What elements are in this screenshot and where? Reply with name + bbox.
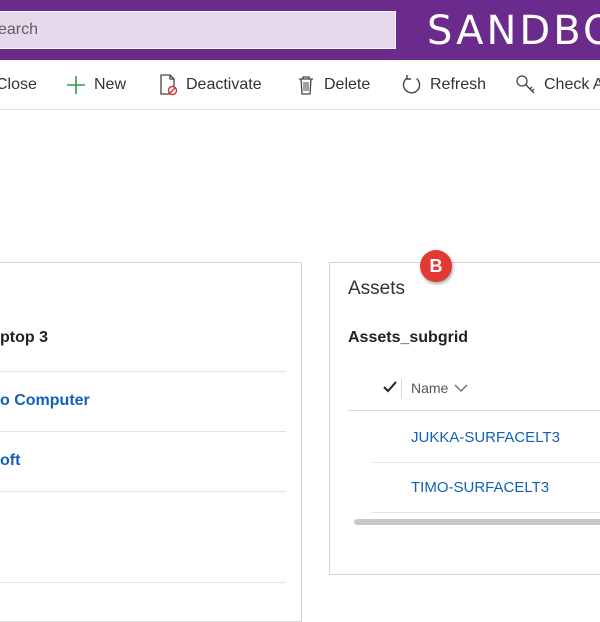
trash-icon <box>295 74 317 96</box>
plus-icon <box>65 74 87 96</box>
close-button-label: Close <box>0 76 37 93</box>
field-link-type[interactable]: o Computer <box>0 392 90 410</box>
check-access-button[interactable]: Check A <box>515 73 600 97</box>
field-separator <box>0 491 286 492</box>
asset-link[interactable]: JUKKA-SURFACELT3 <box>411 429 560 446</box>
environment-label: SANDBOX <box>427 8 600 54</box>
deactivate-button-label: Deactivate <box>186 76 262 93</box>
chevron-down-icon <box>454 384 468 392</box>
delete-button[interactable]: Delete <box>295 73 370 97</box>
assets-subgrid-title: Assets_subgrid <box>348 329 469 346</box>
name-column-header[interactable]: Name <box>411 380 468 396</box>
header-clip: earch SANDBOX <box>0 0 600 60</box>
close-button[interactable]: Close <box>0 73 37 97</box>
command-bar: Close New Deactivate Delete Refresh Chec… <box>0 60 600 110</box>
select-all-checkmark-icon[interactable] <box>382 378 398 396</box>
horizontal-scrollbar[interactable] <box>354 519 600 525</box>
refresh-button-label: Refresh <box>430 76 487 93</box>
delete-button-label: Delete <box>324 76 371 93</box>
callout-badge: B <box>420 250 452 282</box>
check-access-button-label: Check A <box>544 76 600 93</box>
refresh-icon <box>401 74 423 96</box>
details-panel <box>0 262 302 622</box>
field-link-manufacturer[interactable]: oft <box>0 452 20 470</box>
new-button[interactable]: New <box>65 73 126 97</box>
refresh-button[interactable]: Refresh <box>401 73 486 97</box>
new-button-label: New <box>94 76 127 93</box>
assets-section-title: Assets <box>348 278 406 299</box>
field-value-name: ptop 3 <box>0 329 48 346</box>
field-separator <box>0 582 286 583</box>
field-separator <box>0 371 286 372</box>
top-header-bar: earch SANDBOX <box>0 0 600 60</box>
field-separator <box>0 431 286 432</box>
asset-link[interactable]: TIMO-SURFACELT3 <box>411 479 549 496</box>
column-divider <box>401 379 402 399</box>
deactivate-icon <box>157 74 179 96</box>
deactivate-button[interactable]: Deactivate <box>157 73 262 97</box>
check-access-icon <box>515 74 537 96</box>
search-input[interactable]: earch <box>0 11 396 49</box>
name-column-label: Name <box>411 380 449 396</box>
search-input-text: earch <box>0 21 39 38</box>
